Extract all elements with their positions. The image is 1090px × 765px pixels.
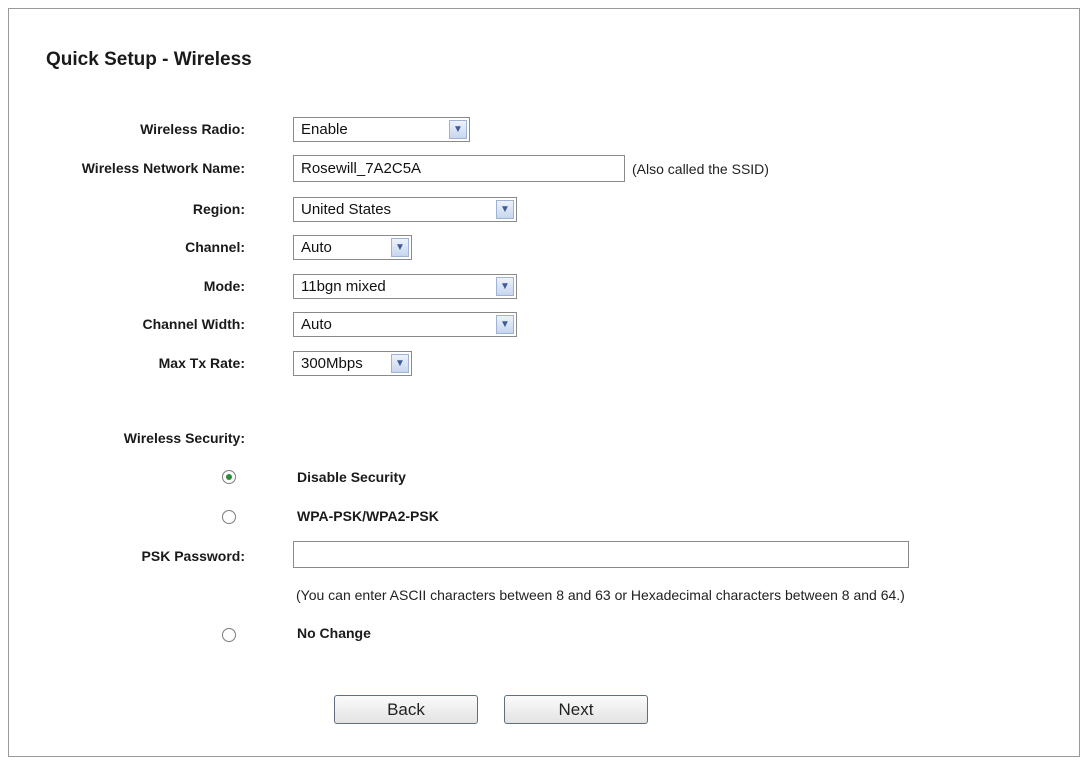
mode-select[interactable]: 11bgn mixed ▼ (293, 274, 517, 299)
psk-password-hint: (You can enter ASCII characters between … (296, 587, 905, 603)
max-tx-rate-select[interactable]: 300Mbps ▼ (293, 351, 412, 376)
radio-wpa-psk-label: WPA-PSK/WPA2-PSK (297, 508, 439, 524)
chevron-down-icon[interactable]: ▼ (449, 120, 467, 139)
region-value: United States (301, 201, 392, 218)
radio-no-change[interactable] (222, 628, 236, 642)
max-tx-rate-value: 300Mbps (301, 355, 363, 372)
region-select[interactable]: United States ▼ (293, 197, 517, 222)
wireless-radio-label: Wireless Radio: (140, 121, 245, 137)
psk-password-input[interactable] (293, 541, 909, 568)
max-tx-rate-label: Max Tx Rate: (158, 355, 245, 371)
channel-label: Channel: (185, 239, 245, 255)
chevron-down-icon[interactable]: ▼ (391, 354, 409, 373)
wireless-radio-value: Enable (301, 121, 348, 138)
radio-disable-security[interactable] (222, 470, 236, 484)
radio-no-change-label: No Change (297, 625, 371, 641)
chevron-down-icon[interactable]: ▼ (496, 315, 514, 334)
ssid-hint: (Also called the SSID) (632, 161, 769, 177)
network-name-input[interactable]: Rosewill_7A2C5A (293, 155, 625, 182)
chevron-down-icon[interactable]: ▼ (496, 200, 514, 219)
radio-disable-security-label: Disable Security (297, 469, 406, 485)
channel-select[interactable]: Auto ▼ (293, 235, 412, 260)
page-title: Quick Setup - Wireless (46, 49, 252, 70)
mode-label: Mode: (203, 278, 245, 294)
radio-wpa-psk[interactable] (222, 510, 236, 524)
network-name-value: Rosewill_7A2C5A (301, 160, 422, 177)
channel-width-value: Auto (301, 316, 332, 333)
channel-width-label: Channel Width: (142, 316, 245, 332)
back-button[interactable]: Back (334, 695, 478, 724)
next-button[interactable]: Next (504, 695, 648, 724)
chevron-down-icon[interactable]: ▼ (496, 277, 514, 296)
network-name-label: Wireless Network Name: (81, 160, 245, 176)
radio-selected-dot (226, 474, 232, 480)
wireless-security-heading: Wireless Security: (123, 430, 245, 446)
wireless-radio-select[interactable]: Enable ▼ (293, 117, 470, 142)
chevron-down-icon[interactable]: ▼ (391, 238, 409, 257)
channel-value: Auto (301, 239, 332, 256)
psk-password-label: PSK Password: (141, 548, 245, 564)
mode-value: 11bgn mixed (301, 278, 386, 295)
channel-width-select[interactable]: Auto ▼ (293, 312, 517, 337)
region-label: Region: (192, 201, 245, 217)
